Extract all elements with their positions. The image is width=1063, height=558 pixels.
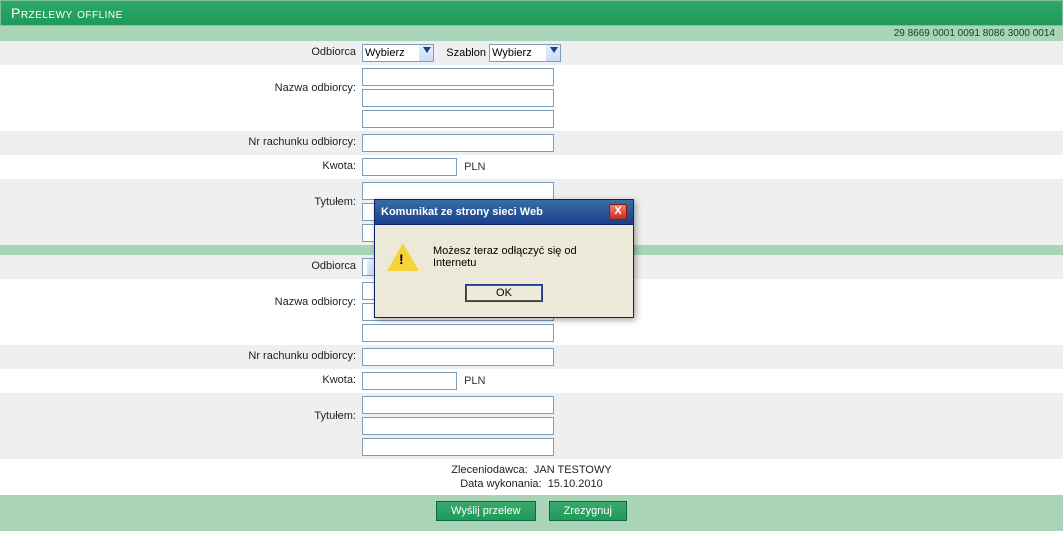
row-nazwa-odbiorcy: Nazwa odbiorcy: <box>0 65 1063 131</box>
close-icon[interactable]: X <box>609 204 627 220</box>
row-tytulem-2: Tytułem: <box>0 393 1063 459</box>
label-odbiorca: Odbiorca <box>0 44 362 58</box>
account-number: 29 8669 0001 0091 8086 3000 0014 <box>894 28 1055 39</box>
input-nr-rachunku[interactable] <box>362 134 554 152</box>
label-nazwa-odbiorcy: Nazwa odbiorcy: <box>0 68 362 94</box>
row-nr-rachunku-2: Nr rachunku odbiorcy: <box>0 345 1063 369</box>
select-szablon[interactable]: Wybierz <box>489 44 561 62</box>
input-tytulem-2-1[interactable] <box>362 396 554 414</box>
label-kwota: Kwota: <box>0 158 362 172</box>
button-row: Wyślij przelew Zrezygnuj <box>0 495 1063 531</box>
row-kwota-2: Kwota: PLN <box>0 369 1063 393</box>
select-odbiorca-wrap: Wybierz <box>362 44 434 62</box>
label-nr-rachunku-2: Nr rachunku odbiorcy: <box>0 348 362 362</box>
input-nazwa-odbiorcy-2[interactable] <box>362 89 554 107</box>
dialog-title-text: Komunikat ze strony sieci Web <box>381 206 543 218</box>
input-tytulem-2-2[interactable] <box>362 417 554 435</box>
label-data-wykonania: Data wykonania: <box>460 478 541 490</box>
select-szablon-wrap: Wybierz <box>489 44 561 62</box>
dialog-titlebar: Komunikat ze strony sieci Web X <box>375 200 633 225</box>
label-tytulem-2: Tytułem: <box>0 396 362 422</box>
input-nazwa-odbiorcy-1[interactable] <box>362 68 554 86</box>
footer-info: Zleceniodawca: JAN TESTOWY Data wykonani… <box>0 459 1063 495</box>
page-title-bar: Przelewy offline <box>0 0 1063 26</box>
input-nazwa-odbiorcy-3[interactable] <box>362 110 554 128</box>
input-kwota[interactable] <box>362 158 457 176</box>
currency-label: PLN <box>464 161 485 173</box>
row-kwota: Kwota: PLN <box>0 155 1063 179</box>
row-nr-rachunku: Nr rachunku odbiorcy: <box>0 131 1063 155</box>
ok-button[interactable]: OK <box>466 285 542 301</box>
label-szablon: Szablon <box>446 47 486 59</box>
label-nazwa-odbiorcy-2: Nazwa odbiorcy: <box>0 282 362 308</box>
dialog-button-row: OK <box>375 279 633 317</box>
label-odbiorca-2: Odbiorca <box>0 258 362 272</box>
label-nr-rachunku: Nr rachunku odbiorcy: <box>0 134 362 148</box>
label-tytulem: Tytułem: <box>0 182 362 208</box>
select-odbiorca[interactable]: Wybierz <box>362 44 434 62</box>
dialog-body: Możesz teraz odłączyć się od Internetu <box>375 225 633 279</box>
cancel-button[interactable]: Zrezygnuj <box>549 501 627 521</box>
page-title: Przelewy offline <box>11 5 123 21</box>
row-odbiorca-szablon: Odbiorca Wybierz Szablon Wybierz <box>0 41 1063 65</box>
label-kwota-2: Kwota: <box>0 372 362 386</box>
input-tytulem-1[interactable] <box>362 182 554 200</box>
warning-icon <box>387 243 419 271</box>
value-data-wykonania: 15.10.2010 <box>548 478 603 490</box>
label-zleceniodawca: Zleceniodawca: <box>451 464 527 476</box>
value-zleceniodawca: JAN TESTOWY <box>534 464 612 476</box>
input-nazwa-odbiorcy-2-3[interactable] <box>362 324 554 342</box>
alert-dialog: Komunikat ze strony sieci Web X Możesz t… <box>374 199 634 318</box>
account-number-bar: 29 8669 0001 0091 8086 3000 0014 <box>0 26 1063 41</box>
input-kwota-2[interactable] <box>362 372 457 390</box>
input-tytulem-2-3[interactable] <box>362 438 554 456</box>
input-nr-rachunku-2[interactable] <box>362 348 554 366</box>
currency-label-2: PLN <box>464 375 485 387</box>
send-button[interactable]: Wyślij przelew <box>436 501 536 521</box>
dialog-message: Możesz teraz odłączyć się od Internetu <box>433 245 621 269</box>
